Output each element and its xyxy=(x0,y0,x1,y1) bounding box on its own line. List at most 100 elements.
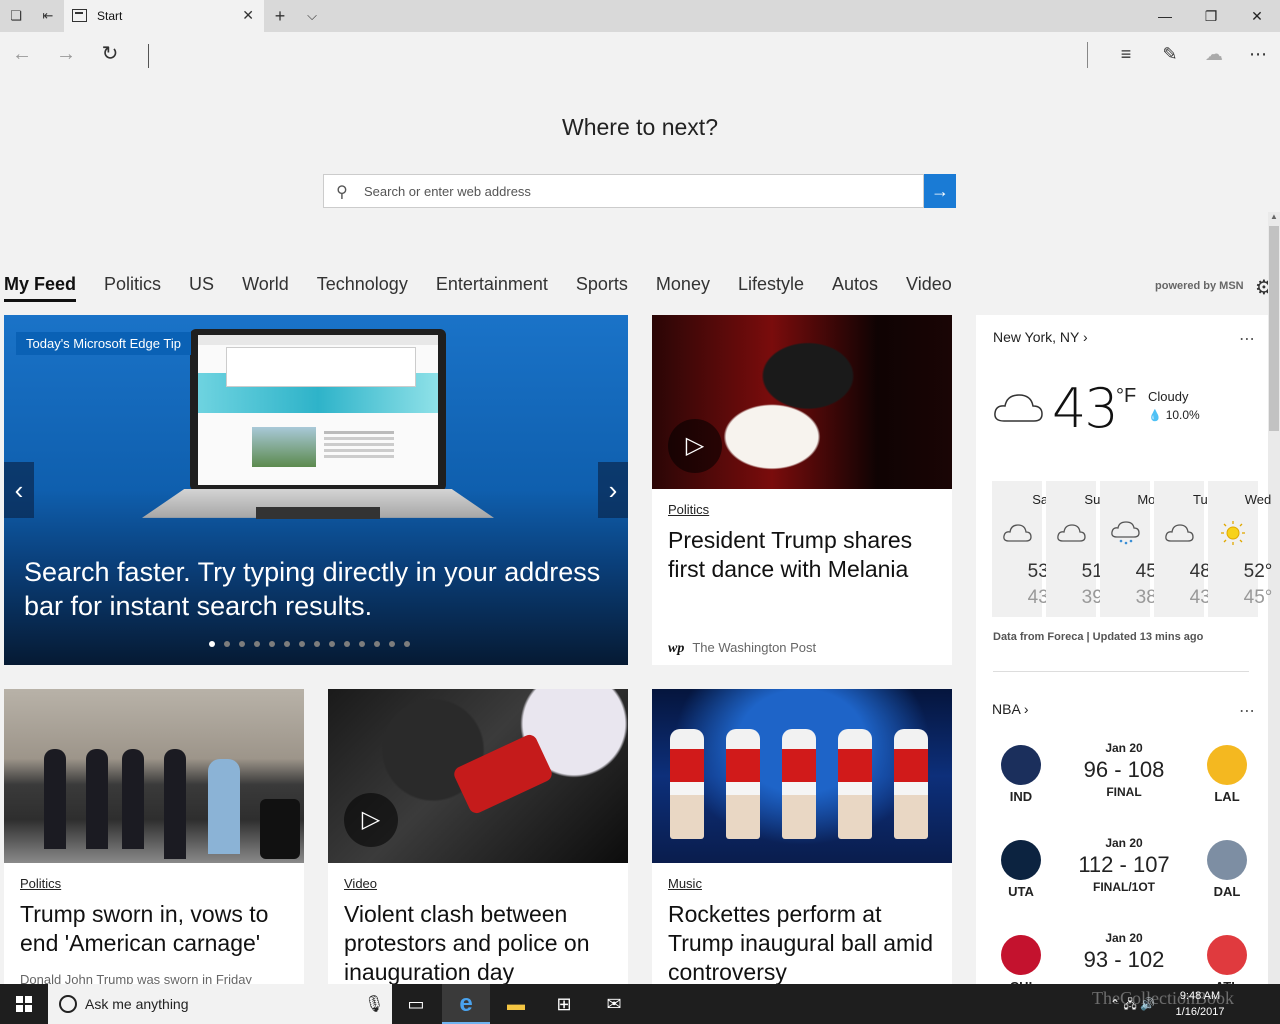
carousel-dot[interactable] xyxy=(299,641,305,647)
weather-more-button[interactable]: ⋯ xyxy=(1239,329,1256,349)
new-tab-button[interactable]: + xyxy=(272,7,288,25)
team-logo-icon xyxy=(1001,935,1041,975)
search-input[interactable] xyxy=(364,175,914,207)
game-score-value: 96 - 108 xyxy=(1083,757,1165,782)
tab-world[interactable]: World xyxy=(242,272,289,302)
card-category[interactable]: Music xyxy=(668,876,702,891)
home-team[interactable]: UTA xyxy=(992,840,1050,899)
store-icon[interactable]: ⊞ xyxy=(540,984,588,1024)
tab-politics[interactable]: Politics xyxy=(104,272,161,302)
tab-technology[interactable]: Technology xyxy=(317,272,408,302)
cortana-placeholder: Ask me anything xyxy=(85,996,189,1012)
feed-tabs: My Feed Politics US World Technology Ent… xyxy=(4,272,980,302)
play-icon[interactable]: ▷ xyxy=(668,419,722,473)
carousel-dot[interactable] xyxy=(239,641,245,647)
carousel-dot[interactable] xyxy=(329,641,335,647)
restore-button[interactable]: ❐ xyxy=(1188,0,1234,32)
carousel-dot[interactable] xyxy=(404,641,410,647)
close-tab-button[interactable]: ✕ xyxy=(242,7,254,24)
carousel-next-button[interactable]: › xyxy=(598,462,628,518)
search-box[interactable]: ⚲ xyxy=(323,174,924,208)
card-category[interactable]: Video xyxy=(344,876,377,891)
carousel-dot[interactable] xyxy=(224,641,230,647)
tab-money[interactable]: Money xyxy=(656,272,710,302)
carousel-title[interactable]: Search faster. Try typing directly in yo… xyxy=(24,555,624,623)
news-card-protest[interactable]: ▷ Video Violent clash between protestors… xyxy=(328,689,628,984)
carousel-dots xyxy=(209,641,410,647)
tab-entertainment[interactable]: Entertainment xyxy=(436,272,548,302)
forecast-day[interactable]: Sat 53° 43° xyxy=(992,481,1056,617)
tab-sports[interactable]: Sports xyxy=(576,272,628,302)
card-category[interactable]: Politics xyxy=(668,502,709,517)
carousel-prev-button[interactable]: ‹ xyxy=(4,462,34,518)
tab-list-button[interactable]: ⌵ xyxy=(304,8,320,24)
nba-title[interactable]: NBA › xyxy=(992,701,1029,717)
share-button[interactable]: ☁ xyxy=(1200,42,1228,66)
news-card-rockettes[interactable]: Music Rockettes perform at Trump inaugur… xyxy=(652,689,952,984)
card-category[interactable]: Politics xyxy=(20,876,61,891)
close-window-button[interactable]: ✕ xyxy=(1234,0,1280,32)
nba-game[interactable]: IND Jan 20 96 - 108 FINAL LAL xyxy=(992,741,1252,821)
task-view-icon[interactable]: ▭ xyxy=(392,984,440,1024)
news-card-sworn-in[interactable]: Politics Trump sworn in, vows to end 'Am… xyxy=(4,689,304,984)
game-date: Jan 20 xyxy=(1105,836,1143,850)
forward-button[interactable]: → xyxy=(54,42,78,66)
carousel-dot[interactable] xyxy=(254,641,260,647)
card-headline[interactable]: President Trump shares first dance with … xyxy=(668,526,948,584)
carousel-dot[interactable] xyxy=(314,641,320,647)
restore-tabs-icon[interactable]: ⇤ xyxy=(40,8,56,24)
scrollbar-thumb[interactable] xyxy=(1269,226,1279,431)
file-explorer-icon[interactable]: ▬ xyxy=(492,984,540,1024)
weather-location[interactable]: New York, NY › xyxy=(993,329,1088,345)
tab-us[interactable]: US xyxy=(189,272,214,302)
edge-tip-carousel[interactable]: Today's Microsoft Edge Tip ‹ › Search fa… xyxy=(4,315,628,665)
tab-lifestyle[interactable]: Lifestyle xyxy=(738,272,804,302)
carousel-dot[interactable] xyxy=(344,641,350,647)
news-card-first-dance[interactable]: ▷ Politics President Trump shares first … xyxy=(652,315,952,665)
carousel-dot[interactable] xyxy=(359,641,365,647)
card-headline[interactable]: Trump sworn in, vows to end 'American ca… xyxy=(20,900,300,958)
team-logo-icon xyxy=(1001,840,1041,880)
forecast-day[interactable]: Wed 52° 45° xyxy=(1208,481,1272,617)
scroll-up-arrow[interactable]: ▲ xyxy=(1268,212,1280,224)
tabs-aside-icon[interactable]: ❏ xyxy=(8,8,24,24)
edge-icon[interactable]: e xyxy=(442,984,490,1024)
toolbar-divider xyxy=(1087,42,1088,68)
microphone-icon[interactable]: 🎙 xyxy=(364,994,384,1014)
refresh-button[interactable]: ↻ xyxy=(98,42,122,66)
away-team[interactable]: LAL xyxy=(1198,745,1256,804)
play-icon[interactable]: ▷ xyxy=(344,793,398,847)
carousel-dot[interactable] xyxy=(284,641,290,647)
start-button[interactable] xyxy=(0,984,48,1024)
nba-game[interactable]: UTA Jan 20 112 - 107 FINAL/1OT DAL xyxy=(992,836,1252,916)
card-headline[interactable]: Rockettes perform at Trump inaugural bal… xyxy=(668,900,948,984)
minimize-button[interactable]: — xyxy=(1142,0,1188,32)
more-button[interactable]: ⋯ xyxy=(1244,42,1272,66)
away-team[interactable]: DAL xyxy=(1198,840,1256,899)
temperature-unit[interactable]: °F xyxy=(1116,385,1136,408)
web-note-button[interactable]: ✎ xyxy=(1156,42,1184,66)
carousel-dot[interactable] xyxy=(209,641,215,647)
forecast-day[interactable]: Tue 48° 43° xyxy=(1154,481,1218,617)
tab-video[interactable]: Video xyxy=(906,272,952,302)
forecast-day[interactable]: Sun 51° 39° xyxy=(1046,481,1110,617)
carousel-dot[interactable] xyxy=(389,641,395,647)
back-button[interactable]: ← xyxy=(10,42,34,66)
nba-more-button[interactable]: ⋯ xyxy=(1239,701,1256,721)
cortana-search[interactable]: Ask me anything 🎙 xyxy=(48,984,392,1024)
mail-icon[interactable]: ✉ xyxy=(590,984,638,1024)
address-cursor xyxy=(148,44,149,68)
hub-button[interactable]: ≡ xyxy=(1112,42,1140,66)
forecast: Sat 53° 43° Sun 51° 39° Mon 45° 38° Tue 48° 43° Wed 5… xyxy=(992,481,1272,617)
tab-autos[interactable]: Autos xyxy=(832,272,878,302)
card-headline[interactable]: Violent clash between protestors and pol… xyxy=(344,900,624,984)
forecast-day[interactable]: Mon 45° 38° xyxy=(1100,481,1164,617)
tab-my-feed[interactable]: My Feed xyxy=(4,272,77,302)
tab-start[interactable]: Start ✕ xyxy=(64,0,264,32)
carousel-dot[interactable] xyxy=(374,641,380,647)
search-go-button[interactable]: → xyxy=(924,174,956,208)
carousel-dot[interactable] xyxy=(269,641,275,647)
game-score: Jan 20 112 - 107 FINAL/1OT xyxy=(1062,836,1186,894)
team-abbr: UTA xyxy=(1008,884,1034,899)
home-team[interactable]: IND xyxy=(992,745,1050,804)
